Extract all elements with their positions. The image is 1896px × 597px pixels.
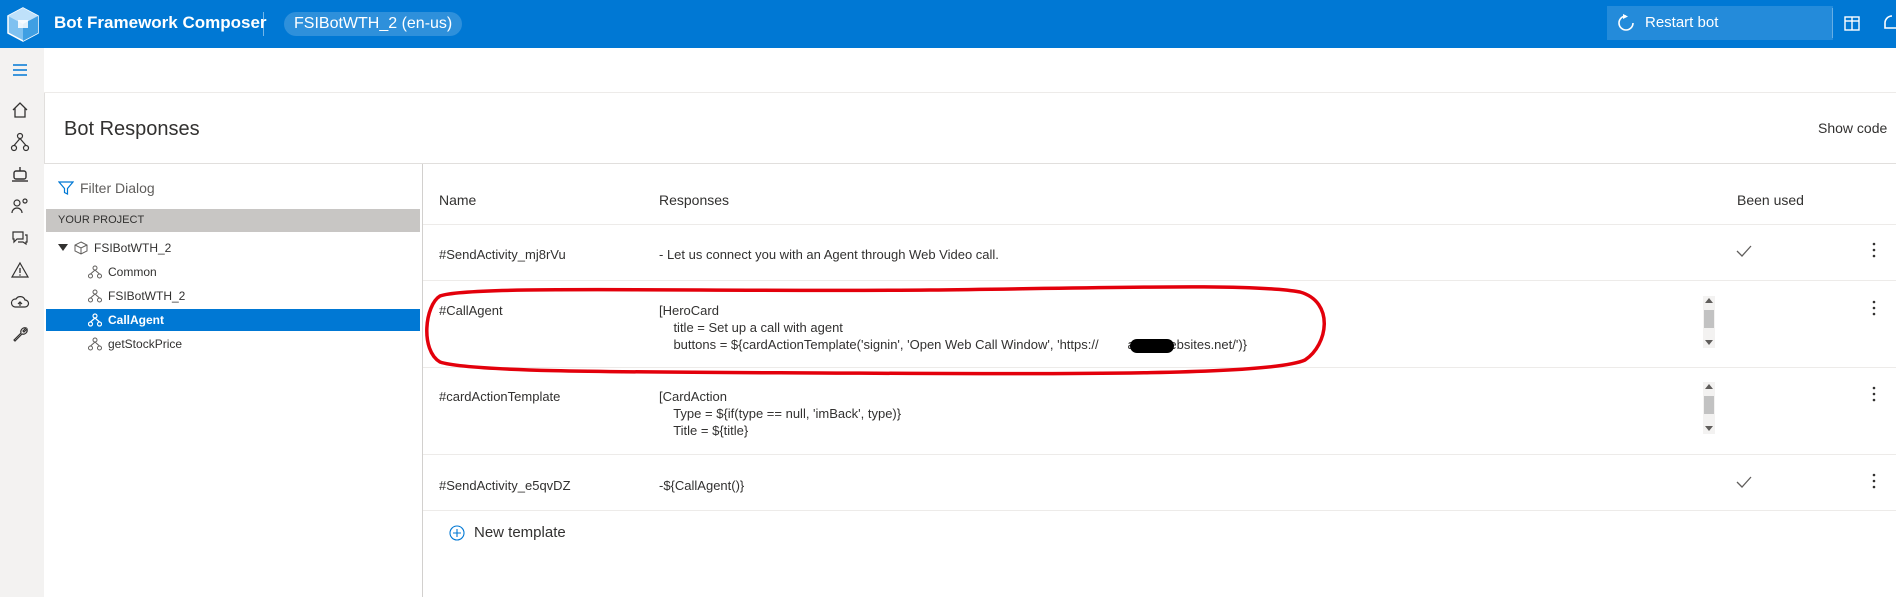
- tree-item-root[interactable]: FSIBotWTH_2: [46, 237, 420, 259]
- template-name: #SendActivity_e5qvDZ: [439, 478, 571, 493]
- dialog-icon: [88, 265, 102, 279]
- more-options-icon[interactable]: [1872, 300, 1876, 316]
- add-circle-icon: [449, 525, 465, 541]
- user-input-icon[interactable]: [10, 196, 30, 216]
- bot-responses-icon[interactable]: [10, 164, 30, 184]
- project-tree: Filter Dialog YOUR PROJECT FSIBotWTH_2 C…: [44, 164, 423, 597]
- new-template-label: New template: [474, 524, 566, 541]
- filter-placeholder: Filter Dialog: [80, 180, 155, 196]
- show-code-button[interactable]: Show code: [1818, 120, 1887, 136]
- dialog-icon: [88, 313, 102, 327]
- scroll-thumb[interactable]: [1704, 310, 1714, 328]
- dialog-icon: [88, 337, 102, 351]
- tree-item-label: getStockPrice: [108, 337, 183, 351]
- notifications-icon[interactable]: [1882, 12, 1896, 34]
- row-divider: [423, 224, 1896, 225]
- tree-item-label: CallAgent: [108, 313, 165, 327]
- dialog-icon: [88, 289, 102, 303]
- app-header: Bot Framework Composer FSIBotWTH_2 (en-u…: [0, 0, 1896, 48]
- checkmark-icon: [1736, 476, 1752, 488]
- template-response[interactable]: - Let us connect you with an Agent throu…: [659, 246, 999, 263]
- cloud-publish-icon[interactable]: [10, 292, 30, 312]
- row-divider: [423, 454, 1896, 455]
- bot-cube-icon: [74, 241, 88, 255]
- restart-bot-button[interactable]: Restart bot: [1607, 6, 1833, 40]
- row-divider: [423, 510, 1896, 511]
- more-options-icon[interactable]: [1872, 473, 1876, 489]
- response-scrollbar[interactable]: [1703, 382, 1715, 434]
- project-name-badge[interactable]: FSIBotWTH_2 (en-us): [284, 12, 463, 36]
- scroll-up-arrow-icon[interactable]: [1705, 384, 1713, 389]
- settings-wrench-icon[interactable]: [10, 324, 30, 344]
- caret-down-icon[interactable]: [58, 244, 68, 251]
- scroll-up-arrow-icon[interactable]: [1705, 298, 1713, 303]
- hamburger-menu-icon[interactable]: [10, 60, 30, 80]
- left-navigation: [0, 48, 45, 597]
- composer-logo-icon: [7, 7, 39, 42]
- home-icon[interactable]: [10, 100, 30, 120]
- template-name: #CallAgent: [439, 303, 503, 318]
- template-response[interactable]: [CardAction Type = ${if(type == null, 'i…: [659, 388, 901, 439]
- filter-dialog-input[interactable]: Filter Dialog: [58, 178, 398, 202]
- row-divider: [423, 280, 1896, 281]
- page-title: Bot Responses: [64, 118, 200, 140]
- responses-table: Name Responses Been used #SendActivity_m…: [423, 164, 1896, 597]
- row-divider: [423, 367, 1896, 368]
- column-header-been-used[interactable]: Been used: [1737, 192, 1804, 208]
- more-options-icon[interactable]: [1872, 386, 1876, 402]
- knowledge-chat-icon[interactable]: [10, 228, 30, 248]
- template-name: #SendActivity_mj8rVu: [439, 247, 566, 262]
- app-title: Bot Framework Composer: [54, 13, 267, 32]
- filter-icon: [58, 181, 74, 195]
- scroll-down-arrow-icon[interactable]: [1705, 426, 1713, 431]
- tree-item-callagent[interactable]: CallAgent: [46, 309, 420, 331]
- warning-icon[interactable]: [10, 260, 30, 280]
- template-response[interactable]: -${CallAgent()}: [659, 477, 744, 494]
- tree-item-fsibotwth2[interactable]: FSIBotWTH_2: [46, 285, 420, 307]
- scroll-down-arrow-icon[interactable]: [1705, 340, 1713, 345]
- more-options-icon[interactable]: [1872, 242, 1876, 258]
- toolbar: [44, 48, 1896, 93]
- design-flow-icon[interactable]: [10, 132, 30, 152]
- tree-item-getstockprice[interactable]: getStockPrice: [46, 333, 420, 355]
- tree-item-label: Common: [108, 265, 157, 279]
- redaction-mark: [1130, 339, 1174, 353]
- package-icon[interactable]: [1843, 13, 1863, 33]
- checkmark-icon: [1736, 245, 1752, 257]
- restart-divider: [1832, 8, 1833, 38]
- header-divider: [263, 12, 264, 36]
- your-project-header: YOUR PROJECT: [46, 209, 420, 232]
- response-scrollbar[interactable]: [1703, 296, 1715, 348]
- refresh-icon: [1618, 14, 1634, 31]
- restart-bot-label: Restart bot: [1645, 14, 1719, 31]
- column-header-name[interactable]: Name: [439, 192, 476, 208]
- template-name: #cardActionTemplate: [439, 389, 561, 404]
- tree-item-common[interactable]: Common: [46, 261, 420, 283]
- scroll-thumb[interactable]: [1704, 396, 1714, 414]
- column-header-responses[interactable]: Responses: [659, 192, 729, 208]
- tree-root-label: FSIBotWTH_2: [94, 241, 172, 255]
- tree-item-label: FSIBotWTH_2: [108, 289, 186, 303]
